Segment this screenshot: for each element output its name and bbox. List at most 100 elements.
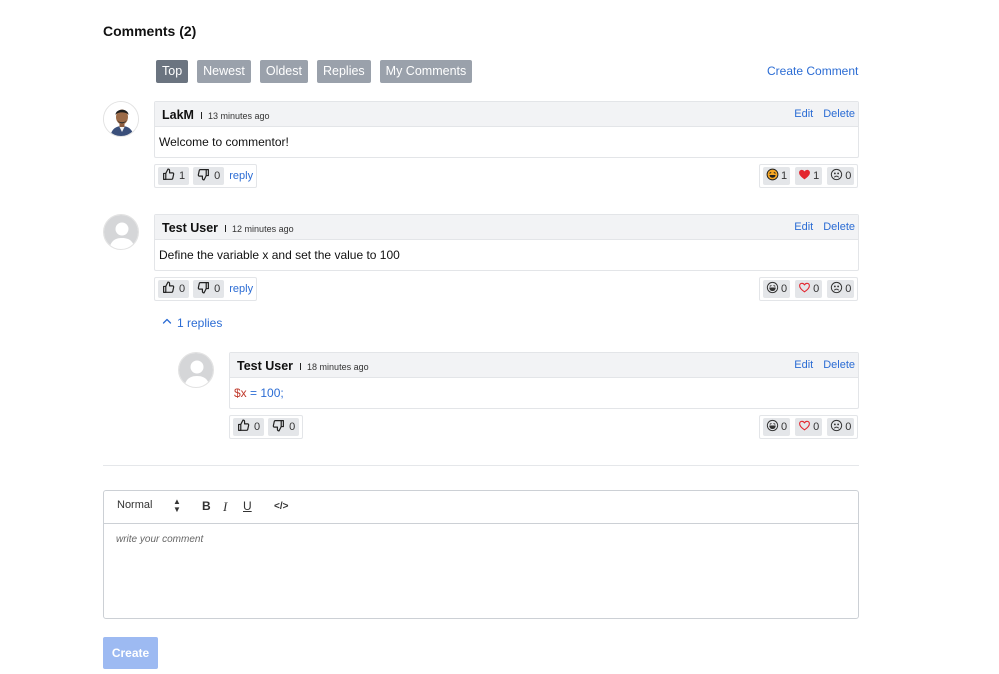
heart-count: 0 bbox=[813, 283, 820, 295]
avatar-default bbox=[103, 214, 139, 250]
code-button[interactable]: </> bbox=[274, 501, 288, 512]
delete-link[interactable]: Delete bbox=[823, 108, 855, 120]
reaction-bar: 0 0 0 bbox=[759, 415, 859, 439]
comments-title: Comments (2) bbox=[103, 23, 197, 39]
format-select[interactable]: Normal bbox=[117, 499, 152, 511]
reaction-bar: 0 0 0 bbox=[759, 277, 859, 301]
comment-time: 13 minutes ago bbox=[207, 111, 270, 121]
section-divider bbox=[103, 465, 859, 466]
laugh-count: 0 bbox=[781, 283, 788, 295]
laugh-reaction[interactable]: 0 bbox=[763, 280, 791, 298]
toggle-replies-button[interactable]: 1 replies bbox=[161, 315, 222, 330]
underline-button[interactable]: U bbox=[243, 499, 252, 513]
like-button[interactable]: 0 bbox=[158, 280, 190, 298]
heart-count: 0 bbox=[813, 421, 820, 433]
reaction-bar: 1 1 0 bbox=[759, 164, 859, 188]
vote-bar: 1 0 reply bbox=[154, 164, 258, 188]
create-button[interactable]: Create bbox=[103, 637, 158, 669]
dislike-count: 0 bbox=[289, 421, 296, 433]
laugh-emoji-icon bbox=[766, 168, 779, 184]
sad-face-icon bbox=[830, 168, 843, 184]
like-button[interactable]: 1 bbox=[158, 167, 190, 185]
create-comment-link[interactable]: Create Comment bbox=[767, 64, 858, 78]
comment-time: 12 minutes ago bbox=[232, 224, 294, 234]
laugh-count: 1 bbox=[781, 170, 788, 182]
comment-text: Define the variable x and set the value … bbox=[159, 248, 400, 262]
sad-reaction[interactable]: 0 bbox=[827, 418, 855, 436]
code-variable: $x bbox=[234, 386, 247, 400]
sad-reaction[interactable]: 0 bbox=[827, 280, 855, 298]
thumbs-up-icon bbox=[162, 168, 175, 184]
comment-editor: Normal ▲ ▼ B I U </> bbox=[103, 490, 859, 619]
laugh-emoji-icon bbox=[766, 419, 779, 435]
comment-author[interactable]: Test User bbox=[162, 221, 218, 235]
comment-code: $x = 100; bbox=[230, 378, 858, 408]
sort-tab-oldest[interactable]: Oldest bbox=[259, 60, 308, 83]
edit-link[interactable]: Edit bbox=[794, 108, 813, 120]
sort-tab-newest[interactable]: Newest bbox=[197, 60, 251, 83]
laugh-emoji-icon bbox=[766, 281, 779, 297]
vote-bar: 0 0 bbox=[229, 415, 304, 439]
editor-toolbar: Normal ▲ ▼ B I U </> bbox=[104, 491, 858, 524]
comment-card: Test User 12 minutes ago Edit Delete Defin… bbox=[154, 214, 859, 271]
sad-count: 0 bbox=[845, 283, 852, 295]
comment-text: Welcome to commentor! bbox=[159, 135, 289, 149]
bold-button[interactable]: B bbox=[202, 499, 211, 513]
like-count: 1 bbox=[179, 170, 186, 182]
edit-link[interactable]: Edit bbox=[794, 359, 813, 371]
replies-count-label: 1 replies bbox=[177, 315, 223, 330]
comment-header: LakM 13 minutes ago Edit Delete bbox=[155, 102, 858, 127]
chevron-up-icon bbox=[161, 315, 173, 330]
comment-card: LakM 13 minutes ago Edit Delete Welcome to… bbox=[154, 101, 859, 158]
heart-outline-icon bbox=[798, 419, 811, 435]
dislike-button[interactable]: 0 bbox=[193, 167, 225, 185]
vote-bar: 0 0 reply bbox=[154, 277, 258, 301]
laugh-reaction[interactable]: 0 bbox=[763, 418, 791, 436]
heart-reaction[interactable]: 0 bbox=[795, 280, 823, 298]
delete-link[interactable]: Delete bbox=[823, 359, 855, 371]
comment-header: Test User 18 minutes ago Edit Delete bbox=[230, 353, 858, 378]
sort-tabs: Top Newest Oldest Replies My Comments bbox=[156, 60, 473, 83]
avatar-lakm bbox=[103, 101, 139, 137]
code-assignment: = 100; bbox=[246, 386, 284, 400]
laugh-count: 0 bbox=[781, 421, 788, 433]
comment-author[interactable]: Test User bbox=[237, 359, 293, 373]
sad-count: 0 bbox=[845, 170, 852, 182]
italic-button[interactable]: I bbox=[223, 499, 227, 515]
sad-face-icon bbox=[830, 419, 843, 435]
like-count: 0 bbox=[254, 421, 261, 433]
thumbs-down-icon bbox=[272, 419, 285, 435]
thumbs-up-icon bbox=[237, 419, 250, 435]
like-count: 0 bbox=[179, 283, 186, 295]
select-arrows-icon[interactable]: ▲ ▼ bbox=[173, 498, 181, 514]
dislike-count: 0 bbox=[214, 283, 221, 295]
thumbs-down-icon bbox=[197, 281, 210, 297]
thumbs-up-icon bbox=[162, 281, 175, 297]
laugh-reaction[interactable]: 1 bbox=[763, 167, 791, 185]
comment-input[interactable] bbox=[116, 534, 836, 545]
heart-count: 1 bbox=[813, 170, 820, 182]
sort-tab-replies[interactable]: Replies bbox=[316, 60, 371, 83]
sad-count: 0 bbox=[845, 421, 852, 433]
dislike-button[interactable]: 0 bbox=[193, 280, 225, 298]
comment-header: Test User 12 minutes ago Edit Delete bbox=[155, 215, 858, 240]
sad-face-icon bbox=[830, 281, 843, 297]
avatar-default bbox=[178, 352, 214, 388]
heart-reaction[interactable]: 1 bbox=[795, 167, 823, 185]
delete-link[interactable]: Delete bbox=[823, 221, 855, 233]
reply-link[interactable]: reply bbox=[229, 170, 253, 182]
like-button[interactable]: 0 bbox=[233, 418, 265, 436]
dislike-count: 0 bbox=[214, 170, 221, 182]
sort-tab-my-comments[interactable]: My Comments bbox=[379, 60, 473, 83]
thumbs-down-icon bbox=[197, 168, 210, 184]
reply-card: Test User 18 minutes ago Edit Delete $x = … bbox=[229, 352, 859, 409]
heart-reaction[interactable]: 0 bbox=[795, 418, 823, 436]
edit-link[interactable]: Edit bbox=[794, 221, 813, 233]
dislike-button[interactable]: 0 bbox=[268, 418, 300, 436]
sad-reaction[interactable]: 0 bbox=[827, 167, 855, 185]
sort-tab-top[interactable]: Top bbox=[156, 60, 189, 83]
comment-author[interactable]: LakM bbox=[162, 108, 194, 122]
reply-link[interactable]: reply bbox=[229, 283, 253, 295]
comment-time: 18 minutes ago bbox=[307, 362, 369, 372]
heart-outline-icon bbox=[798, 281, 811, 297]
